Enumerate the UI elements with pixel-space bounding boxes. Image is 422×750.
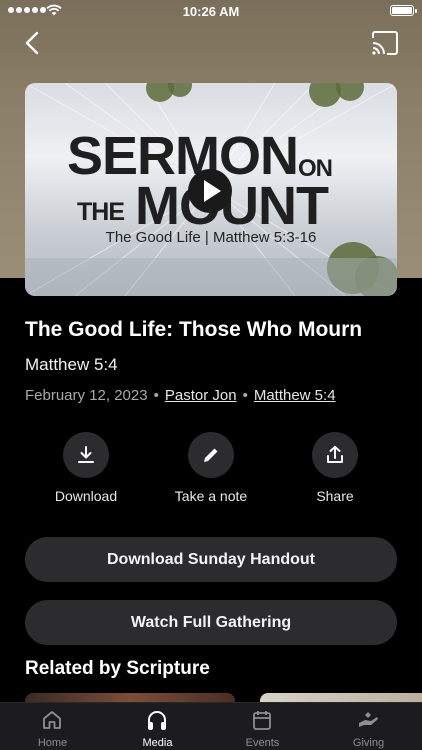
status-time: 10:26 AM bbox=[182, 4, 240, 19]
home-icon bbox=[43, 711, 61, 729]
take-note-button[interactable] bbox=[188, 432, 234, 478]
download-handout-button[interactable]: Download Sunday Handout bbox=[25, 537, 397, 582]
take-note-action[interactable]: Take a note bbox=[166, 432, 256, 504]
scripture-link[interactable]: Matthew 5:4 bbox=[254, 387, 336, 404]
artwork-subtitle: The Good Life | Matthew 5:3-16 bbox=[105, 229, 317, 246]
artwork-title-the: THE bbox=[77, 198, 125, 226]
take-note-label: Take a note bbox=[174, 488, 248, 504]
sermon-artwork[interactable]: SERMON ON THE MOUNT The Good Life | Matt… bbox=[25, 83, 397, 296]
tab-media-label: Media bbox=[142, 737, 173, 749]
sermon-meta: February 12, 2023 • Pastor Jon • Matthew 5:4 bbox=[25, 387, 336, 404]
share-action[interactable]: Share bbox=[290, 432, 380, 504]
tab-giving-label: Giving bbox=[352, 737, 385, 749]
speaker-link[interactable]: Pastor Jon bbox=[165, 387, 237, 404]
sermon-title: The Good Life: Those Who Mourn bbox=[25, 318, 363, 341]
chevron-left-icon bbox=[25, 31, 39, 55]
sermon-date: February 12, 2023 bbox=[25, 387, 148, 404]
meta-separator: • bbox=[242, 387, 248, 404]
tab-events[interactable]: Events bbox=[210, 703, 315, 750]
download-icon bbox=[78, 446, 94, 463]
tab-home[interactable]: Home bbox=[0, 703, 105, 750]
download-button[interactable] bbox=[63, 432, 109, 478]
tab-giving[interactable]: Giving bbox=[316, 703, 421, 750]
play-button[interactable] bbox=[188, 169, 232, 213]
tab-media[interactable]: Media bbox=[105, 703, 210, 750]
battery-icon bbox=[390, 5, 417, 16]
giving-hand-icon bbox=[359, 712, 378, 727]
tab-home-label: Home bbox=[37, 737, 68, 749]
download-action[interactable]: Download bbox=[41, 432, 131, 504]
meta-separator: • bbox=[153, 387, 159, 404]
back-button[interactable] bbox=[18, 28, 48, 58]
related-heading: Related by Scripture bbox=[25, 658, 210, 679]
cast-button[interactable] bbox=[370, 30, 400, 56]
download-label: Download bbox=[54, 488, 118, 504]
sermon-scripture: Matthew 5:4 bbox=[25, 355, 118, 374]
headphones-icon bbox=[148, 711, 166, 730]
pencil-icon bbox=[204, 448, 218, 462]
share-label: Share bbox=[316, 488, 354, 504]
tab-events-label: Events bbox=[245, 737, 280, 749]
share-button[interactable] bbox=[312, 432, 358, 478]
share-icon bbox=[327, 445, 343, 463]
status-bar: 10:26 AM bbox=[0, 0, 422, 22]
tab-bar: Home Media Events Giving bbox=[0, 702, 422, 750]
watch-gathering-button[interactable]: Watch Full Gathering bbox=[25, 600, 397, 645]
calendar-icon bbox=[253, 711, 271, 730]
